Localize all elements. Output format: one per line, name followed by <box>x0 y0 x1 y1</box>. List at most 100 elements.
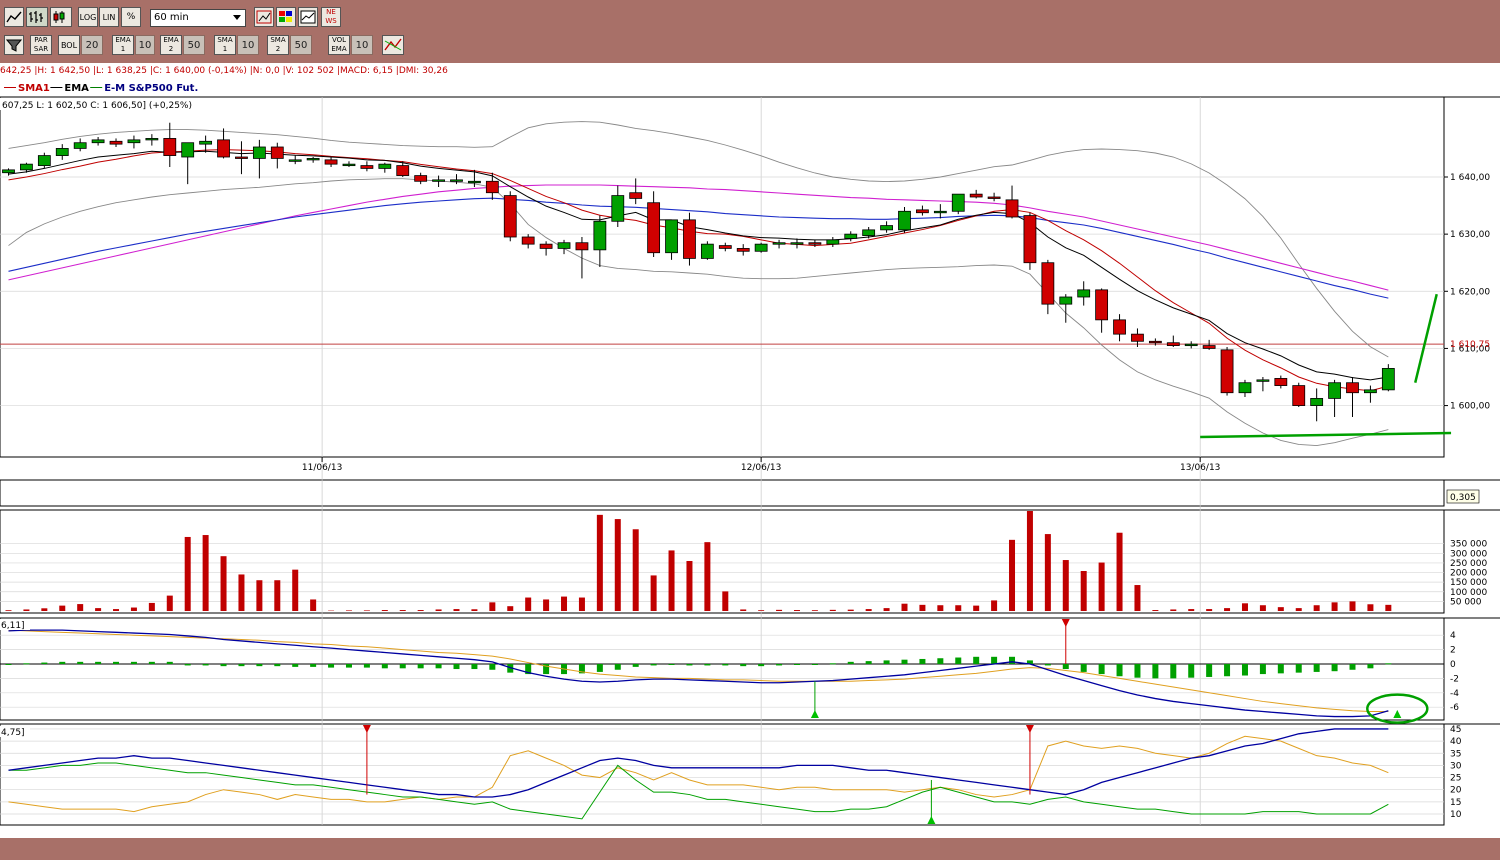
candle-body <box>772 242 786 245</box>
ema1-button[interactable]: EMA 1 <box>112 35 134 55</box>
candle-body <box>109 140 123 145</box>
candle-body <box>55 148 69 156</box>
compare-chart-icon <box>300 10 316 24</box>
line-chart-button[interactable] <box>4 7 24 27</box>
candle-body <box>539 243 553 249</box>
candle-body <box>1041 262 1055 305</box>
candle-body <box>2 169 15 174</box>
volume-tick-label: 150 000 <box>1450 578 1487 588</box>
sma1-period-field[interactable]: 10 <box>237 35 259 55</box>
ema1-label: EMA 1 <box>115 36 131 53</box>
toolbar-top: LOG LIN % 60 min NE WS <box>0 3 1500 31</box>
ema2-label: EMA 2 <box>163 36 179 53</box>
filter-button[interactable] <box>4 35 24 55</box>
news-button[interactable]: NE WS <box>321 7 341 27</box>
volume-bar <box>274 580 281 611</box>
macd-histogram-bar <box>363 664 370 668</box>
candle-body <box>1274 378 1288 386</box>
volume-bar <box>95 608 102 611</box>
volume-tick-label: 50 000 <box>1450 597 1482 607</box>
candle-body <box>808 242 822 245</box>
sma1-button[interactable]: SMA 1 <box>214 35 236 55</box>
bol-period-field[interactable]: 20 <box>81 35 103 55</box>
lin-button[interactable]: LIN <box>99 7 119 27</box>
x-tick-label: 12/06/13 <box>741 463 781 473</box>
bar-chart-button[interactable] <box>26 7 48 27</box>
macd-histogram-bar <box>686 664 693 666</box>
volume-bar <box>596 514 603 611</box>
dmi-tick-label: 15 <box>1450 798 1461 808</box>
macd-tick-label: -6 <box>1450 703 1459 713</box>
candle-body <box>754 243 768 252</box>
ema2-period-value: 50 <box>187 39 201 51</box>
volume-value-label: 0,305 <box>1450 493 1476 503</box>
volume-tick-label: 300 000 <box>1450 549 1487 559</box>
candle-body <box>1292 385 1306 406</box>
sma2-button[interactable]: SMA 2 <box>267 35 289 55</box>
macd-histogram-bar <box>489 664 496 670</box>
ema1-period-field[interactable]: 10 <box>135 35 155 55</box>
macd-histogram-bar <box>1259 664 1266 675</box>
candle-body <box>1256 379 1270 382</box>
ema2-button[interactable]: EMA 2 <box>160 35 182 55</box>
pane-frame-price <box>0 96 1445 458</box>
bol-button[interactable]: BOL <box>58 35 80 55</box>
volume-bar <box>471 609 478 611</box>
volume-bar <box>238 574 245 611</box>
volume-bar <box>561 596 568 611</box>
candle-chart-button[interactable] <box>50 7 72 27</box>
macd-histogram-bar <box>614 664 621 670</box>
candle-body <box>736 248 750 252</box>
ema2-period-field[interactable]: 50 <box>183 35 205 55</box>
volume-bar <box>417 610 424 611</box>
candle-body <box>91 139 105 144</box>
volume-bar <box>1241 603 1248 611</box>
macd-histogram-bar <box>901 659 908 664</box>
volume-bar <box>148 602 155 611</box>
volume-bar <box>955 605 962 611</box>
volume-bar <box>829 609 836 611</box>
volume-bar <box>1134 585 1141 611</box>
color-button[interactable] <box>276 7 296 27</box>
volume-bar <box>345 610 352 611</box>
volema-period-field[interactable]: 10 <box>351 35 373 55</box>
candle-body <box>826 239 840 245</box>
volume-bar <box>847 609 854 611</box>
compare-button[interactable] <box>298 7 318 27</box>
candle-body <box>1328 382 1341 399</box>
volume-bar <box>1331 602 1338 611</box>
volume-bar <box>292 569 299 611</box>
studies-button[interactable] <box>382 35 404 55</box>
candle-body <box>987 196 1001 199</box>
dmi-tick-label: 35 <box>1450 749 1461 759</box>
candle-body <box>73 142 87 149</box>
percent-button[interactable]: % <box>121 7 141 27</box>
volume-bar <box>166 595 173 611</box>
candle-body <box>217 139 230 158</box>
macd-histogram-bar <box>668 664 675 665</box>
macd-histogram-bar <box>77 661 84 664</box>
status-line: 642,25 |H: 1 642,50 |L: 1 638,25 |C: 1 6… <box>0 66 448 76</box>
volume-bar <box>937 605 944 611</box>
candle-body <box>396 165 410 176</box>
candle-body <box>324 159 338 165</box>
volume-bar <box>686 561 693 611</box>
log-button[interactable]: LOG <box>78 7 98 27</box>
volume-bar <box>256 580 263 611</box>
sma2-period-field[interactable]: 50 <box>290 35 312 55</box>
volume-bar <box>973 605 980 611</box>
chart-type-button[interactable] <box>254 7 274 27</box>
volume-bar <box>1277 607 1284 611</box>
parsar-button[interactable]: PAR SAR <box>30 35 52 55</box>
candle-body <box>521 236 535 245</box>
y-tick-label: 1 620,00 <box>1450 287 1490 297</box>
interval-select[interactable]: 60 min <box>150 9 246 27</box>
candle-body <box>629 192 643 199</box>
macd-histogram-bar <box>471 664 478 670</box>
macd-histogram-bar <box>991 656 998 664</box>
macd-histogram-bar <box>1224 664 1231 677</box>
volume-bar <box>220 556 227 611</box>
studies-icon <box>384 38 402 51</box>
volema-button[interactable]: VOL EMA <box>328 35 350 55</box>
candle-body <box>683 219 696 259</box>
